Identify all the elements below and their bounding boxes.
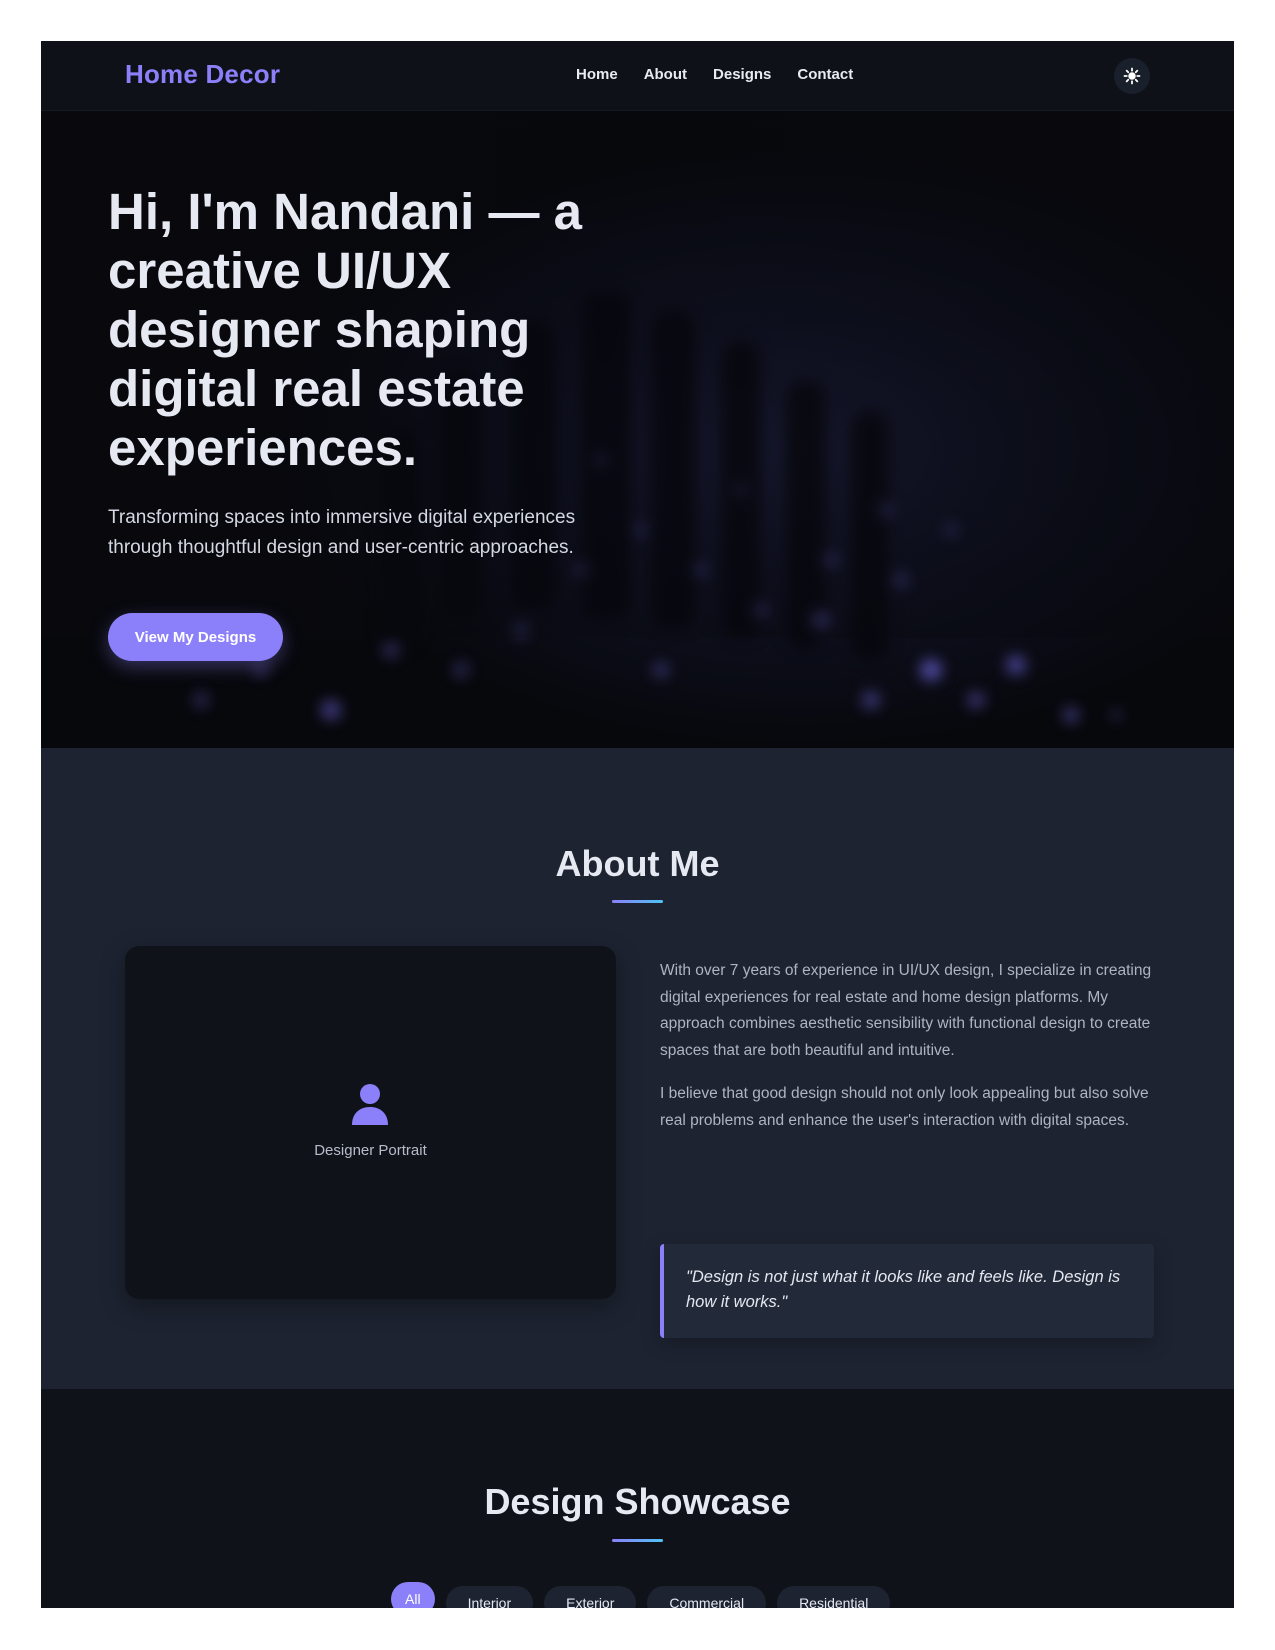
- user-icon: [352, 1084, 388, 1125]
- hero-section: Hi, I'm Nandani — a creative UI/UX desig…: [41, 110, 1234, 748]
- showcase-title-underline: [612, 1539, 663, 1542]
- theme-toggle-button[interactable]: [1114, 58, 1150, 94]
- nav-link-designs[interactable]: Designs: [713, 66, 771, 83]
- nav-links: Home About Designs Contact: [576, 66, 853, 83]
- about-title: About Me: [555, 843, 720, 884]
- page: Home Decor Home About Designs Contact Hi…: [41, 41, 1234, 1608]
- about-title-underline: [612, 900, 663, 903]
- quote-block: "Design is not just what it looks like a…: [660, 1244, 1154, 1338]
- about-section: About Me Designer Portrait With over 7 y…: [41, 748, 1234, 1389]
- filter-interior[interactable]: Interior: [445, 1586, 534, 1608]
- brand-logo[interactable]: Home Decor: [125, 59, 280, 90]
- quote-text: "Design is not just what it looks like a…: [686, 1268, 1121, 1311]
- navbar: Home Decor Home About Designs Contact: [41, 41, 1234, 111]
- portrait-label: Designer Portrait: [314, 1142, 427, 1159]
- portrait-card: Designer Portrait: [125, 946, 616, 1299]
- showcase-title: Design Showcase: [484, 1481, 791, 1522]
- hero-content: Hi, I'm Nandani — a creative UI/UX desig…: [108, 182, 628, 562]
- sun-icon: [1123, 67, 1141, 85]
- nav-link-contact[interactable]: Contact: [797, 66, 853, 83]
- hero-title: Hi, I'm Nandani — a creative UI/UX desig…: [108, 183, 583, 476]
- about-paragraph-2: I believe that good design should not on…: [660, 1085, 1149, 1129]
- nav-link-home[interactable]: Home: [576, 66, 618, 83]
- filter-exterior[interactable]: Exterior: [544, 1586, 637, 1608]
- filter-commercial[interactable]: Commercial: [647, 1586, 767, 1608]
- about-paragraph-1: With over 7 years of experience in UI/UX…: [660, 962, 1152, 1059]
- showcase-section: Design Showcase All Interior Exterior Co…: [41, 1389, 1234, 1608]
- hero-subtitle: Transforming spaces into immersive digit…: [108, 507, 576, 558]
- view-designs-button[interactable]: View My Designs: [108, 613, 283, 661]
- nav-link-about[interactable]: About: [644, 66, 687, 83]
- about-text: With over 7 years of experience in UI/UX…: [660, 958, 1154, 1151]
- filter-residential[interactable]: Residential: [777, 1586, 891, 1608]
- filter-all[interactable]: All: [391, 1582, 435, 1608]
- filter-tabs: All Interior Exterior Commercial Residen…: [391, 1582, 891, 1608]
